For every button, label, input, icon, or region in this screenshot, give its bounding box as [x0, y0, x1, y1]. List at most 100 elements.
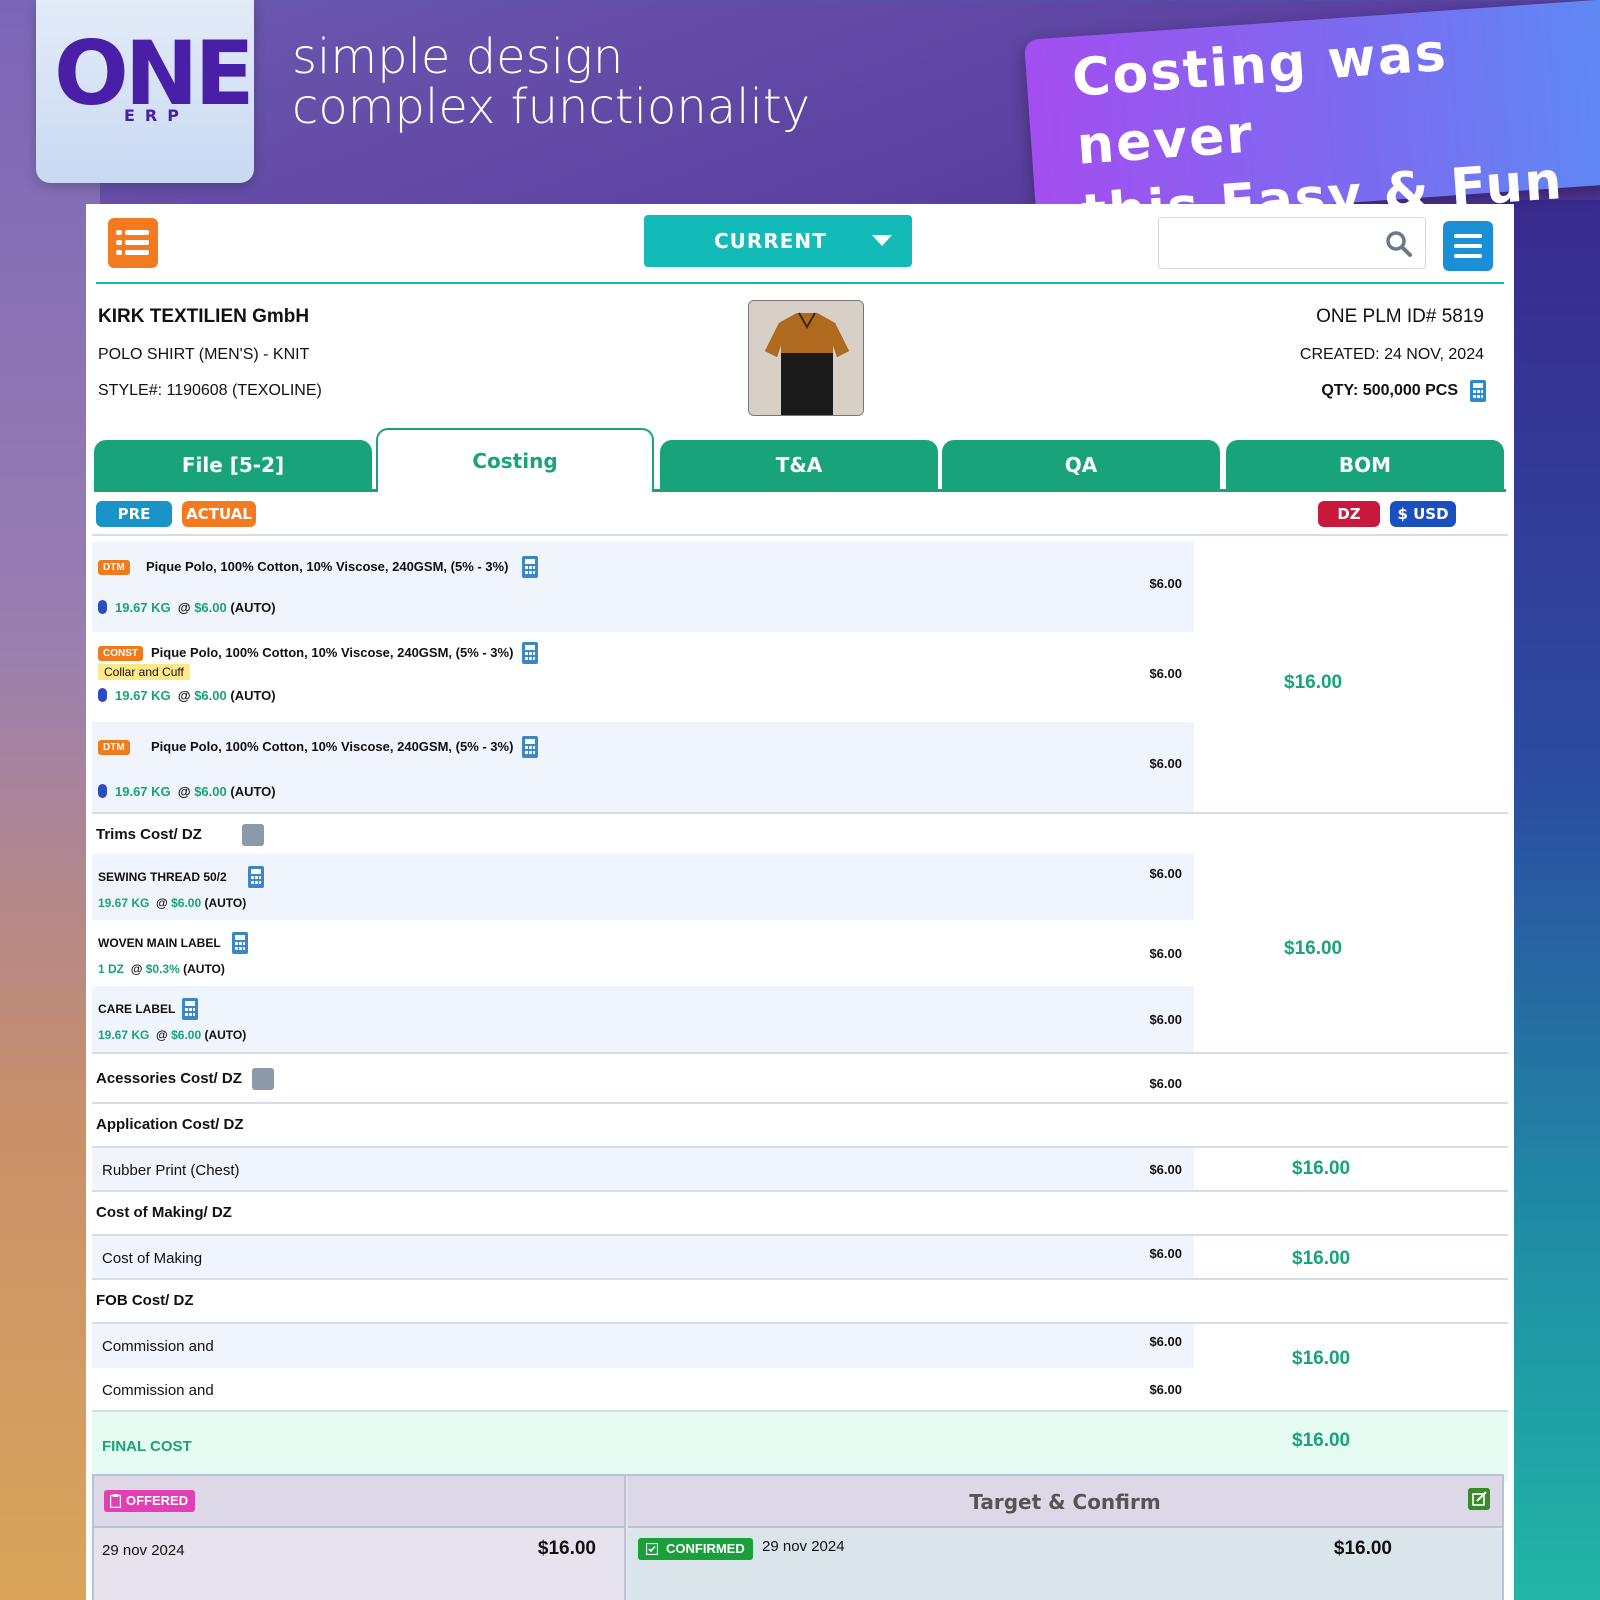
fabric-value: $6.00: [1149, 756, 1182, 771]
check-icon: [646, 1543, 658, 1555]
order-quantity: QTY: 500,000 PCS: [1321, 382, 1458, 400]
fabric-total: $16.00: [1284, 672, 1343, 693]
offered-label: OFFERED: [126, 1493, 189, 1508]
trims-title: Trims Cost/ DZ: [96, 826, 202, 843]
application-header: Application Cost/ DZ: [92, 1104, 1508, 1148]
making-line[interactable]: Cost of Making $6.00 $16.00: [92, 1236, 1508, 1280]
calculator-icon[interactable]: [182, 998, 198, 1020]
search-input[interactable]: [1158, 217, 1426, 269]
final-cost-row: FINAL COST $16.00: [92, 1412, 1508, 1482]
confirm-section: Target & Confirm CONFIRMED 29 nov 2024 $…: [628, 1476, 1502, 1600]
accessories-value: $6.00: [1149, 1076, 1182, 1091]
trim-name: WOVEN MAIN LABEL: [98, 936, 221, 950]
costing-app: CURRENT KIRK TEXTILIEN GmbH POLO SHIRT (…: [86, 204, 1514, 1600]
confirmed-label: CONFIRMED: [666, 1541, 745, 1556]
tagline-line-2: complex functionality: [292, 79, 811, 135]
collapse-up-icon[interactable]: [242, 824, 264, 846]
calculator-icon[interactable]: [248, 866, 264, 888]
offered-amount: $16.00: [537, 1538, 596, 1559]
logo-subtitle: ERP: [124, 106, 189, 125]
fob-line-value: $6.00: [1149, 1334, 1182, 1349]
trim-row[interactable]: WOVEN MAIN LABEL 1 DZ @ $0.3% (AUTO) $6.…: [92, 920, 1508, 986]
tagline-line-1: simple design: [292, 29, 624, 85]
top-toolbar: CURRENT: [96, 204, 1504, 284]
fabric-row[interactable]: DTM Pique Polo, 100% Cotton, 10% Viscose…: [92, 722, 1508, 812]
actual-costing-toggle[interactable]: ACTUAL: [182, 501, 256, 527]
product-name: POLO SHIRT (MEN'S) - KNIT: [98, 346, 310, 363]
offered-badge: OFFERED: [104, 1490, 196, 1512]
style-number: STYLE#: 1190608 (TEXOLINE): [98, 382, 322, 399]
fob-total: $16.00: [1292, 1348, 1351, 1369]
calculator-icon[interactable]: [522, 736, 538, 758]
confirm-header: Target & Confirm: [628, 1476, 1502, 1528]
tab-bom[interactable]: BOM: [1226, 440, 1504, 490]
trims-list: SEWING THREAD 50/2 19.67 KG @ $6.00 (AUT…: [92, 854, 1508, 1052]
fabric-consumption: 19.67 KG @ $6.00 (AUTO): [98, 688, 276, 703]
qty-label: QTY:: [1321, 382, 1359, 399]
tab-qa[interactable]: QA: [942, 440, 1220, 490]
fabric-description: Pique Polo, 100% Cotton, 10% Viscose, 24…: [146, 559, 509, 574]
fabric-row[interactable]: DTM Pique Polo, 100% Cotton, 10% Viscose…: [92, 542, 1508, 632]
mouse-icon: [98, 688, 107, 702]
polo-shirt-image: [749, 301, 863, 415]
trim-value: $6.00: [1149, 866, 1182, 881]
fob-title: FOB Cost/ DZ: [96, 1292, 194, 1309]
version-select[interactable]: CURRENT: [644, 215, 912, 267]
currency-selector[interactable]: $ USD: [1390, 501, 1456, 527]
logo-wordmark: ONE: [54, 22, 255, 125]
qty-value: 500,000 PCS: [1362, 382, 1458, 399]
offered-header: OFFERED: [94, 1476, 624, 1528]
plm-id: ONE PLM ID# 5819: [1316, 306, 1484, 327]
version-select-label: CURRENT: [714, 229, 827, 253]
accessories-row[interactable]: Acessories Cost/ DZ $6.00: [92, 1052, 1508, 1104]
making-line-label: Cost of Making: [102, 1250, 203, 1267]
final-cost-label: FINAL COST: [102, 1438, 192, 1455]
trim-name: CARE LABEL: [98, 1002, 176, 1016]
accessories-title: Acessories Cost/ DZ: [96, 1070, 242, 1087]
fabric-description: Pique Polo, 100% Cotton, 10% Viscose, 24…: [151, 645, 514, 660]
final-cost-value: $16.00: [1292, 1430, 1351, 1451]
calculator-icon[interactable]: [1470, 380, 1486, 402]
fob-line-label: Commission and: [102, 1338, 214, 1355]
fabric-consumption: 19.67 KG @ $6.00 (AUTO): [98, 784, 276, 799]
background-right: [1500, 200, 1600, 1600]
tab-ta[interactable]: T&A: [660, 440, 938, 490]
brand-logo: ONE ERP: [36, 0, 255, 183]
pre-costing-toggle[interactable]: PRE: [96, 501, 172, 527]
fabric-value: $6.00: [1149, 576, 1182, 591]
trims-total: $16.00: [1284, 938, 1343, 959]
fob-lines: Commission and $6.00 Commission and $6.0…: [92, 1324, 1508, 1412]
application-line-value: $6.00: [1149, 1162, 1182, 1177]
trim-row[interactable]: SEWING THREAD 50/2 19.67 KG @ $6.00 (AUT…: [92, 854, 1508, 920]
fob-line-value: $6.00: [1149, 1382, 1182, 1397]
product-thumbnail[interactable]: [748, 300, 864, 416]
tab-file[interactable]: File [5-2]: [94, 440, 372, 490]
calculator-icon[interactable]: [232, 932, 248, 954]
trim-value: $6.00: [1149, 1012, 1182, 1027]
making-line-value: $6.00: [1149, 1246, 1182, 1261]
calculator-icon[interactable]: [522, 642, 538, 664]
making-total: $16.00: [1292, 1248, 1351, 1269]
edit-icon[interactable]: [1468, 1488, 1490, 1510]
fabric-badge: CONST: [98, 646, 143, 661]
tab-costing[interactable]: Costing: [376, 428, 654, 492]
fob-header: FOB Cost/ DZ: [92, 1280, 1508, 1324]
fabric-description: Pique Polo, 100% Cotton, 10% Viscose, 24…: [151, 739, 514, 754]
unit-selector[interactable]: DZ: [1318, 501, 1380, 527]
fabric-consumption: 19.67 KG @ $6.00 (AUTO): [98, 600, 276, 615]
fabric-row[interactable]: CONST Pique Polo, 100% Cotton, 10% Visco…: [92, 632, 1508, 722]
list-menu-button[interactable]: [108, 218, 158, 268]
fabric-badge: DTM: [98, 740, 130, 755]
trims-section-header: Trims Cost/ DZ: [92, 812, 1508, 854]
hamburger-menu-button[interactable]: [1443, 221, 1493, 271]
trim-row[interactable]: CARE LABEL 19.67 KG @ $6.00 (AUTO) $6.00: [92, 986, 1508, 1052]
application-line-label: Rubber Print (Chest): [102, 1162, 240, 1179]
fob-line[interactable]: Commission and $6.00: [92, 1368, 1508, 1412]
making-header: Cost of Making/ DZ: [92, 1192, 1508, 1236]
fabric-badge: DTM: [98, 560, 130, 575]
application-title: Application Cost/ DZ: [96, 1116, 244, 1133]
application-line[interactable]: Rubber Print (Chest) $6.00 $16.00: [92, 1148, 1508, 1192]
application-total: $16.00: [1292, 1158, 1351, 1179]
expand-down-icon[interactable]: [252, 1068, 274, 1090]
calculator-icon[interactable]: [522, 556, 538, 578]
